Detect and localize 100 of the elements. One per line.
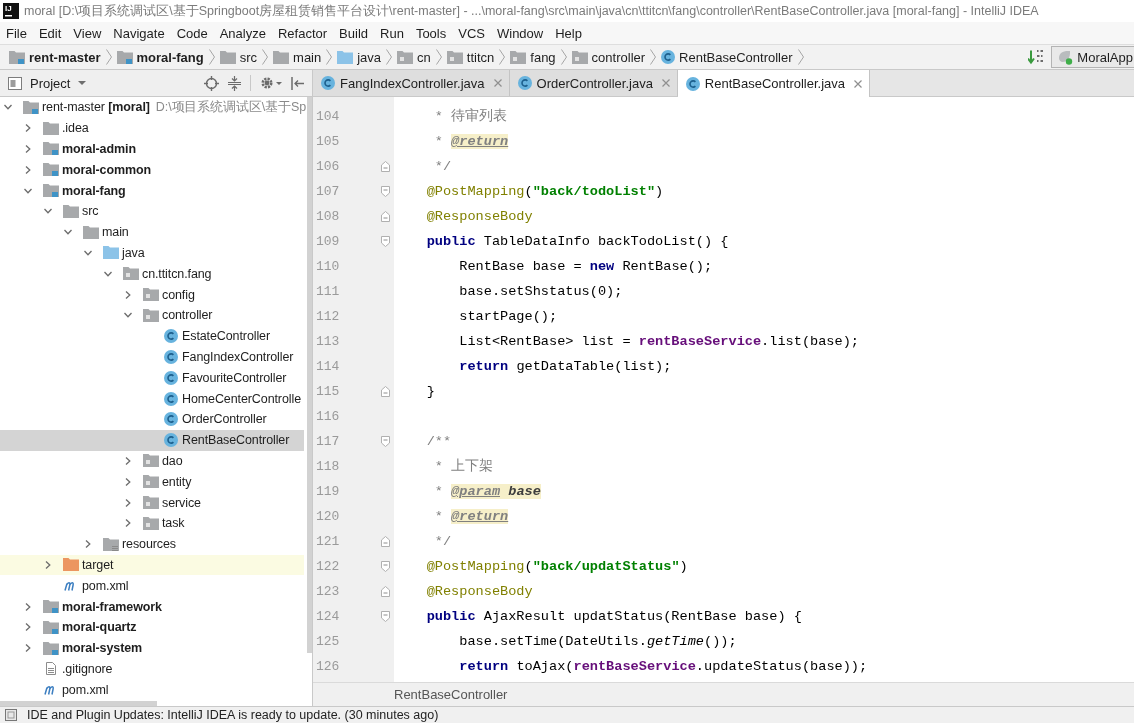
chevron-right-icon[interactable] — [124, 498, 132, 507]
chevron-down-icon[interactable] — [24, 186, 32, 195]
tree-item[interactable]: FavouriteController — [162, 367, 287, 389]
tree-item[interactable]: OrderController — [162, 408, 267, 430]
close-icon[interactable] — [661, 79, 670, 87]
fold-marker-icon[interactable] — [381, 161, 390, 172]
close-icon[interactable] — [854, 79, 863, 88]
chevron-right-icon[interactable] — [44, 560, 52, 569]
tree-item[interactable]: entity — [124, 471, 192, 493]
tree-item[interactable]: cn.ttitcn.fang — [104, 263, 212, 285]
fold-marker-icon[interactable] — [381, 586, 390, 597]
breadcrumb-item[interactable]: rent-master — [6, 46, 104, 68]
chevron-down-icon[interactable] — [84, 248, 92, 257]
fold-marker-icon[interactable] — [381, 536, 390, 547]
chevron-down-icon[interactable] — [104, 269, 112, 278]
menu-item[interactable]: Analyze — [213, 23, 272, 43]
breadcrumb-item[interactable]: moral-fang — [113, 46, 207, 68]
tree-item[interactable]: src — [44, 201, 99, 222]
chevron-right-icon[interactable] — [24, 165, 32, 174]
breadcrumb-item[interactable]: RentBaseController — [394, 687, 508, 702]
tree-item[interactable]: config — [124, 284, 195, 305]
crosshair-icon[interactable] — [204, 75, 219, 91]
tree-item[interactable]: main — [64, 221, 129, 243]
chevron-right-icon[interactable] — [24, 644, 32, 653]
tree-item[interactable]: moral-admin — [24, 138, 136, 160]
chevron-down-icon[interactable] — [44, 207, 52, 216]
tree-item[interactable]: FangIndexController — [162, 346, 294, 368]
menu-item[interactable]: Refactor — [271, 23, 334, 43]
tree-item[interactable]: .gitignore — [42, 658, 113, 680]
frame-icon[interactable] — [5, 709, 17, 721]
tree-item[interactable]: RentBaseController — [0, 429, 304, 451]
scrollbar-thumb[interactable] — [0, 701, 157, 706]
menu-item[interactable]: Build — [333, 23, 374, 43]
breadcrumb-item[interactable]: main — [270, 46, 325, 68]
chevron-down-icon[interactable] — [124, 311, 132, 320]
menu-item[interactable]: Tools — [409, 23, 453, 43]
tree-item[interactable]: controller — [124, 304, 213, 326]
fold-marker-icon[interactable] — [381, 386, 390, 397]
breadcrumb-item[interactable]: controller — [568, 46, 649, 68]
tree-item[interactable]: java — [84, 242, 145, 264]
chevron-right-icon[interactable] — [124, 519, 132, 528]
editor-tab[interactable]: RentBaseController.java — [677, 70, 871, 97]
tree-item[interactable]: resources — [84, 533, 176, 555]
tree-item[interactable]: dao — [124, 450, 183, 472]
chevron-right-icon[interactable] — [24, 124, 32, 133]
tree-item[interactable]: moral-fang — [24, 180, 126, 201]
chevron-right-icon[interactable] — [84, 540, 92, 549]
tree-item[interactable]: moral-system — [24, 637, 143, 659]
chevron-right-icon[interactable] — [124, 290, 132, 299]
breadcrumb-item[interactable]: RentBaseController — [658, 46, 796, 68]
chevron-right-icon[interactable] — [124, 477, 132, 486]
menu-item[interactable]: Navigate — [107, 23, 171, 43]
project-view-dropdown[interactable]: Project — [6, 72, 89, 94]
menu-item[interactable]: Code — [170, 23, 214, 43]
tree-item[interactable]: task — [124, 512, 185, 534]
fold-marker-icon[interactable] — [381, 186, 390, 197]
menu-item[interactable]: Run — [374, 23, 410, 43]
breadcrumb-item[interactable]: java — [334, 46, 385, 68]
menu-item[interactable]: View — [67, 23, 108, 43]
menu-item[interactable]: Edit — [32, 23, 68, 43]
chevron-right-icon[interactable] — [24, 602, 32, 611]
fold-marker-icon[interactable] — [381, 236, 390, 247]
run-configuration-dropdown[interactable]: MoralApp — [1051, 46, 1134, 68]
menu-item[interactable]: Window — [490, 23, 550, 43]
tree-item[interactable]: moral-framework — [24, 596, 162, 617]
tree-item[interactable]: moral-common — [24, 159, 152, 181]
close-icon[interactable] — [493, 79, 502, 87]
separator-chevron-icon — [499, 49, 506, 65]
editor-tab[interactable]: OrderController.java — [509, 70, 678, 96]
tree-item[interactable]: .idea — [24, 117, 89, 139]
editor-tab[interactable]: FangIndexController.java — [313, 70, 510, 96]
tree-item[interactable]: moral-quartz — [24, 616, 137, 638]
breadcrumb-item[interactable]: ttitcn — [443, 46, 498, 68]
breadcrumb-item[interactable]: cn — [394, 46, 434, 68]
fold-marker-icon[interactable] — [381, 211, 390, 222]
fold-marker-icon[interactable] — [381, 436, 390, 447]
breadcrumb-item[interactable]: src — [216, 46, 261, 68]
menu-item[interactable]: VCS — [452, 23, 491, 43]
tree-item[interactable]: rent-master [moral] D:\项目系统调试区\基于Sp — [4, 97, 307, 118]
fold-marker-icon[interactable] — [381, 611, 390, 622]
collapse-icon[interactable] — [228, 75, 241, 91]
tree-item[interactable]: pom.xml — [42, 679, 109, 701]
menu-item[interactable]: Help — [549, 23, 588, 43]
tree-item[interactable]: service — [124, 492, 201, 513]
tree-item[interactable]: HomeCenterControlle — [162, 388, 301, 409]
chevron-down-icon[interactable] — [64, 228, 72, 237]
chevron-right-icon[interactable] — [24, 145, 32, 153]
chevron-right-icon[interactable] — [24, 623, 32, 632]
settings-icon[interactable] — [260, 76, 282, 90]
fold-marker-icon[interactable] — [381, 561, 390, 572]
menu-item[interactable]: File — [0, 23, 33, 43]
scrollbar-thumb[interactable] — [307, 97, 312, 653]
hide-icon[interactable] — [291, 76, 304, 90]
breadcrumb-item[interactable]: fang — [507, 46, 559, 68]
chevron-down-icon[interactable] — [4, 103, 12, 112]
tree-item[interactable]: pom.xml — [62, 575, 129, 597]
arrow-digits-icon[interactable] — [1028, 49, 1046, 65]
tree-item[interactable]: target — [0, 554, 304, 576]
chevron-right-icon[interactable] — [124, 456, 132, 465]
tree-item[interactable]: EstateController — [162, 325, 271, 347]
